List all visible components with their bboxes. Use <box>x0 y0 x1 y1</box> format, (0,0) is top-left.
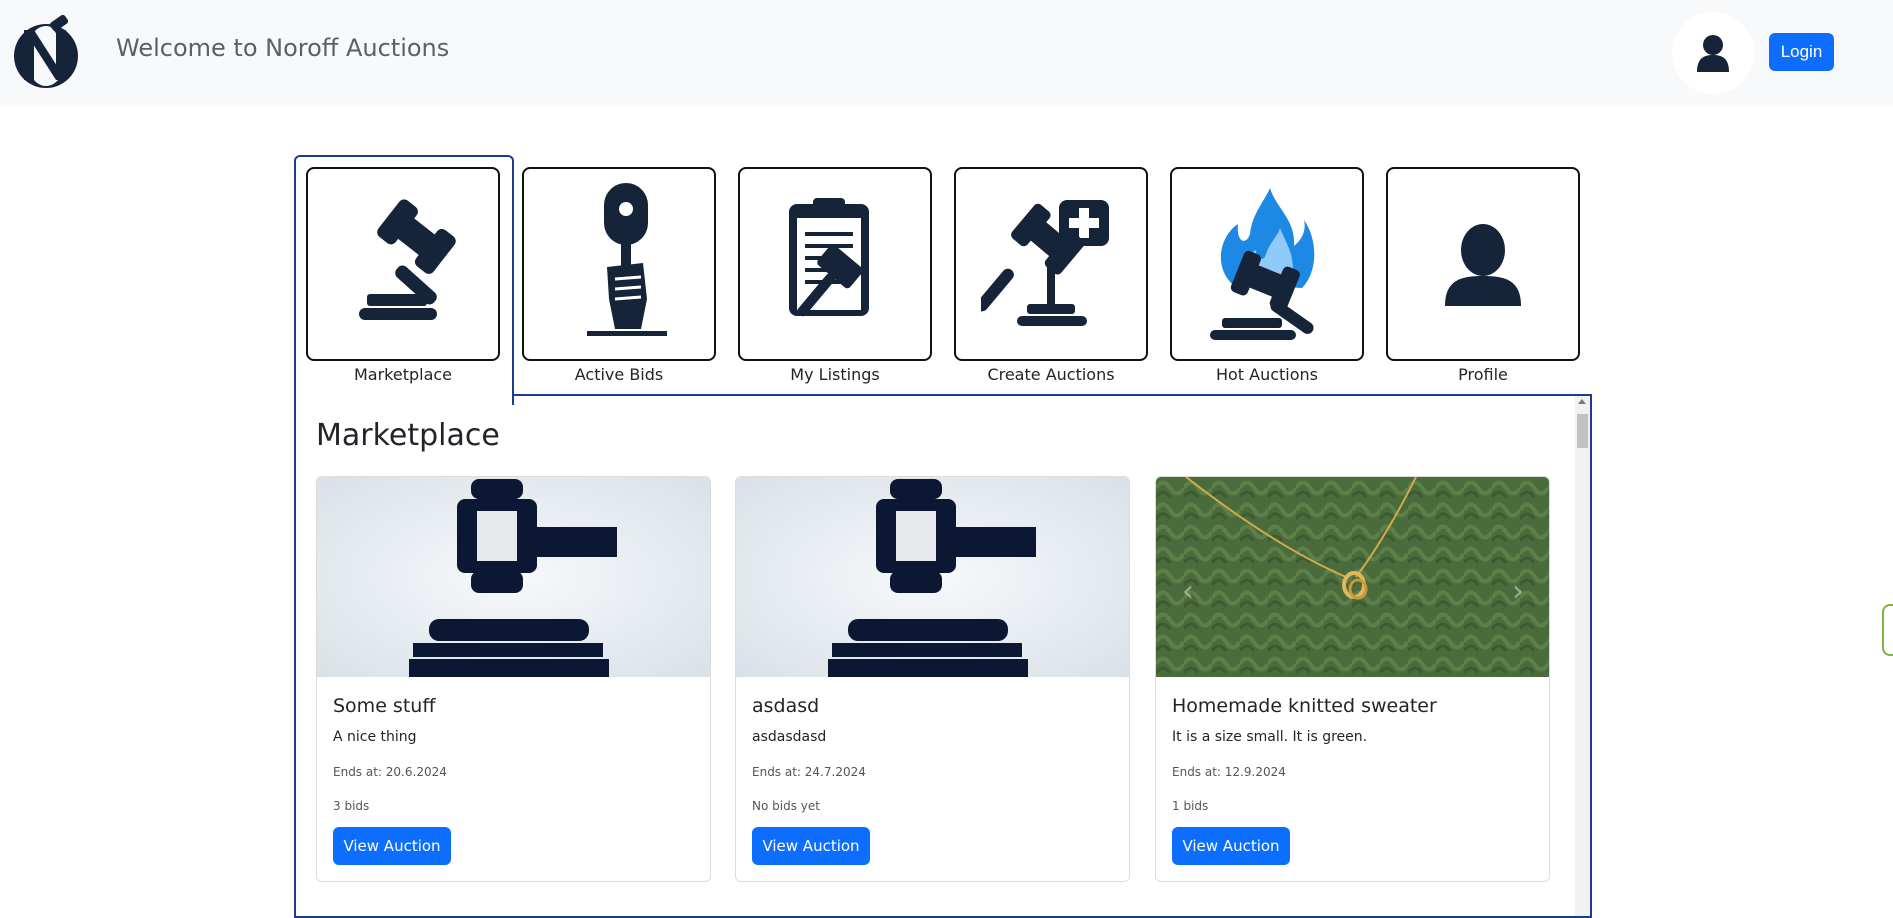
tab-hot-auctions[interactable]: Hot Auctions <box>1170 167 1364 387</box>
tab-label: Profile <box>1458 365 1508 384</box>
extension-side-tab[interactable] <box>1882 604 1893 656</box>
panel-scrollbar[interactable] <box>1575 396 1590 916</box>
tab-profile[interactable]: Profile <box>1386 167 1580 387</box>
tab-active-bids[interactable]: Active Bids <box>522 167 716 387</box>
tab-label: Marketplace <box>353 365 453 384</box>
site-title: Welcome to Noroff Auctions <box>116 34 450 62</box>
tab-icon-box <box>306 167 500 361</box>
listing-card: asdasd asdasdasd Ends at: 24.7.2024 No b… <box>735 476 1130 882</box>
view-auction-button[interactable]: View Auction <box>1172 827 1290 865</box>
tab-create-auctions[interactable]: Create Auctions <box>954 167 1148 387</box>
tab-label: My Listings <box>790 365 880 384</box>
gavel-placeholder-image <box>736 477 1129 677</box>
flaming-gavel-icon <box>1210 188 1315 340</box>
listing-bid-count: 3 bids <box>333 799 370 813</box>
user-icon <box>1445 224 1521 306</box>
tab-label: Active Bids <box>574 365 664 384</box>
clipboard-gavel-icon <box>789 198 869 317</box>
gavel-icon <box>359 199 456 320</box>
tab-icon-box <box>1386 167 1580 361</box>
tab-marketplace[interactable]: Marketplace <box>306 167 500 387</box>
listing-end-date: Ends at: 24.7.2024 <box>752 765 866 779</box>
gavel-plus-icon <box>981 200 1109 326</box>
listing-card: Some stuff A nice thing Ends at: 20.6.20… <box>316 476 711 882</box>
listing-end-date: Ends at: 12.9.2024 <box>1172 765 1286 779</box>
bid-paddle-icon <box>587 183 667 336</box>
user-icon <box>1697 35 1729 72</box>
login-button[interactable]: Login <box>1769 33 1834 71</box>
listing-bid-count: 1 bids <box>1172 799 1209 813</box>
marketplace-panel: Marketplace Some stuff A nice thing Ends… <box>294 394 1592 918</box>
user-avatar-button[interactable] <box>1672 12 1754 94</box>
site-header: Welcome to Noroff Auctions Login <box>0 0 1893 106</box>
carousel-next-icon[interactable]: › <box>1512 577 1524 607</box>
listing-title: Some stuff <box>333 695 436 717</box>
listing-description: asdasdasd <box>752 729 827 745</box>
listing-description: A nice thing <box>333 729 417 745</box>
scroll-up-arrow-icon[interactable] <box>1578 399 1586 404</box>
tab-icon-box <box>1170 167 1364 361</box>
listing-title: Homemade knitted sweater <box>1172 695 1437 717</box>
listing-title: asdasd <box>752 695 820 717</box>
listing-bid-count: No bids yet <box>752 799 820 813</box>
carousel-prev-icon[interactable]: ‹ <box>1182 577 1194 607</box>
noroff-logo-icon[interactable] <box>10 12 82 94</box>
sweater-image-carousel[interactable] <box>1156 477 1549 677</box>
scroll-thumb[interactable] <box>1577 414 1588 448</box>
tab-icon-box <box>738 167 932 361</box>
tab-my-listings[interactable]: My Listings <box>738 167 932 387</box>
tab-icon-box <box>954 167 1148 361</box>
listing-description: It is a size small. It is green. <box>1172 729 1368 745</box>
tab-label: Create Auctions <box>987 365 1115 384</box>
listing-card: ‹ › Homemade knitted sweater It is a siz… <box>1155 476 1550 882</box>
page-title: Marketplace <box>316 418 500 453</box>
view-auction-button[interactable]: View Auction <box>752 827 870 865</box>
tab-label: Hot Auctions <box>1215 365 1319 384</box>
listing-end-date: Ends at: 20.6.2024 <box>333 765 447 779</box>
tab-icon-box <box>522 167 716 361</box>
view-auction-button[interactable]: View Auction <box>333 827 451 865</box>
gavel-placeholder-image <box>317 477 710 677</box>
